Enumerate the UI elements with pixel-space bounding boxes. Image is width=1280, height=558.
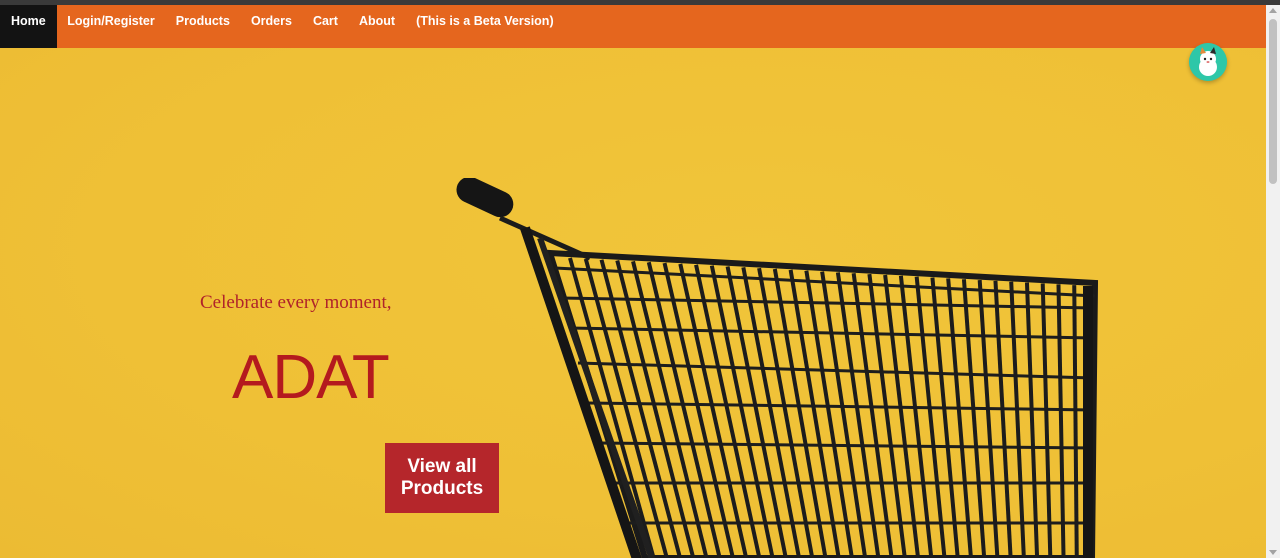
top-navbar: Home Login/Register Products Orders Cart… — [0, 5, 1266, 48]
page-scrollbar[interactable] — [1266, 5, 1280, 558]
brand-title: ADAT — [232, 343, 390, 412]
nav-login-register[interactable]: Login/Register — [57, 5, 166, 48]
nav-orders[interactable]: Orders — [240, 5, 302, 48]
nav-home[interactable]: Home — [0, 5, 57, 48]
cart-wire — [898, 275, 934, 558]
cart-wire — [993, 280, 1013, 558]
scroll-thumb[interactable] — [1269, 19, 1277, 184]
cart-wire — [757, 267, 815, 558]
cart-wire — [1009, 281, 1026, 558]
cart-wire — [930, 277, 960, 558]
hero-tagline: Celebrate every moment, — [200, 292, 392, 313]
cat-mascot-icon — [1189, 43, 1227, 81]
cart-wire — [914, 276, 947, 558]
nav-beta-notice[interactable]: (This is a Beta Version) — [406, 5, 565, 48]
nav-cart[interactable]: Cart — [302, 5, 348, 48]
scroll-down-arrow-icon[interactable] — [1269, 550, 1277, 555]
cart-wire — [883, 274, 921, 558]
view-all-products-button[interactable]: View all Products — [385, 443, 499, 513]
cart-wire — [1056, 284, 1066, 558]
cart-wire — [662, 262, 735, 558]
cart-wire — [1072, 285, 1079, 558]
hero-banner: Celebrate every moment, ADAT View all Pr… — [0, 48, 1266, 558]
cart-wire — [772, 268, 828, 558]
shopping-cart-icon — [456, 178, 1099, 558]
cart-wire — [1024, 282, 1040, 558]
cart-wire — [1040, 283, 1053, 558]
nav-about[interactable]: About — [348, 5, 405, 48]
scroll-up-arrow-icon[interactable] — [1269, 8, 1277, 13]
nav-products[interactable]: Products — [165, 5, 240, 48]
chat-widget-button[interactable] — [1189, 43, 1227, 81]
cart-wire — [646, 261, 722, 558]
